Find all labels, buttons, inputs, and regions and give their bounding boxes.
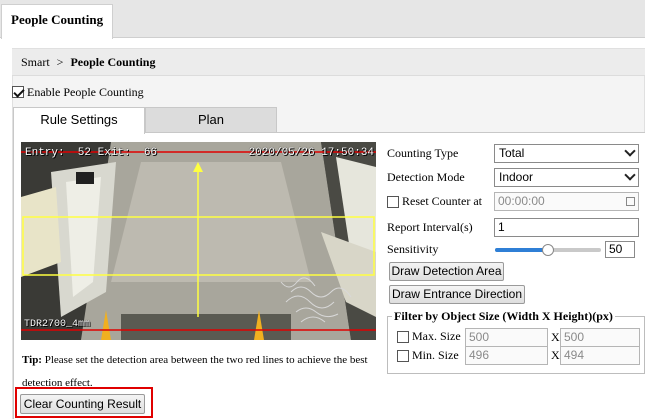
- report-interval-label: Report Interval(s): [387, 220, 473, 234]
- counting-type-select[interactable]: Total: [494, 144, 639, 163]
- min-size-label: Min. Size: [412, 348, 459, 362]
- sensitivity-slider[interactable]: [495, 244, 601, 256]
- slider-thumb[interactable]: [542, 244, 554, 256]
- max-x-separator: X: [551, 330, 560, 344]
- max-width-input[interactable]: 500: [465, 328, 548, 347]
- min-x-separator: X: [551, 348, 560, 362]
- breadcrumb: Smart > People Counting: [12, 49, 645, 76]
- report-interval-input[interactable]: 1: [494, 218, 639, 237]
- counting-type-value: Total: [499, 146, 525, 160]
- reset-counter-row: Reset Counter at: [387, 194, 482, 209]
- breadcrumb-parent[interactable]: Smart: [21, 55, 50, 69]
- live-video-preview[interactable]: Entry: 52 Exit: 66 2020/05/26 17:50:34 T…: [21, 142, 376, 340]
- tip-body: Please set the detection area between th…: [22, 354, 368, 389]
- sensitivity-value-input[interactable]: 50: [605, 241, 635, 258]
- reset-time-input[interactable]: 00:00:00: [494, 192, 639, 211]
- max-size-checkbox[interactable]: [397, 330, 409, 343]
- tab-rule-settings[interactable]: Rule Settings: [13, 107, 145, 134]
- reset-time-value: 00:00:00: [498, 194, 545, 208]
- max-size-label: Max. Size: [412, 329, 461, 343]
- enable-people-counting-row[interactable]: Enable People Counting: [12, 84, 144, 100]
- draw-detection-area-button[interactable]: Draw Detection Area: [389, 262, 504, 281]
- counting-type-label: Counting Type: [387, 146, 459, 160]
- calendar-icon[interactable]: [626, 197, 635, 206]
- tab-people-counting[interactable]: People Counting: [1, 4, 113, 39]
- camera-scene: [21, 142, 376, 340]
- min-width-input[interactable]: 496: [465, 346, 548, 365]
- tip-prefix: Tip:: [22, 354, 42, 366]
- detection-mode-select[interactable]: Indoor: [494, 168, 639, 187]
- max-size-row: Max. Size: [397, 329, 461, 344]
- enable-label: Enable People Counting: [27, 84, 144, 99]
- min-size-checkbox[interactable]: [397, 349, 409, 362]
- chevron-down-icon: [624, 145, 636, 157]
- clear-counting-result-button[interactable]: Clear Counting Result: [20, 394, 145, 414]
- draw-entrance-direction-button[interactable]: Draw Entrance Direction: [389, 285, 525, 304]
- slider-fill: [495, 248, 548, 252]
- tab-plan[interactable]: Plan: [145, 107, 277, 133]
- osd-counts: Entry: 52 Exit: 66: [25, 147, 158, 159]
- enable-checkbox[interactable]: [12, 86, 24, 98]
- sensitivity-label: Sensitivity: [387, 242, 439, 256]
- osd-model: TDR2700_4mm: [24, 319, 91, 330]
- min-height-input[interactable]: 494: [560, 346, 640, 365]
- breadcrumb-separator: >: [56, 55, 64, 69]
- max-height-input[interactable]: 500: [560, 328, 640, 347]
- reset-counter-checkbox[interactable]: [387, 195, 399, 208]
- detection-mode-value: Indoor: [499, 170, 534, 184]
- chevron-down-icon: [624, 169, 636, 181]
- reset-counter-label: Reset Counter at: [402, 194, 482, 208]
- osd-timestamp: 2020/05/26 17:50:34: [248, 147, 374, 159]
- filter-group-title: Filter by Object Size (Width X Height)(p…: [392, 309, 615, 324]
- breadcrumb-current: People Counting: [70, 55, 156, 69]
- min-size-row: Min. Size: [397, 348, 459, 363]
- detection-mode-label: Detection Mode: [387, 170, 465, 184]
